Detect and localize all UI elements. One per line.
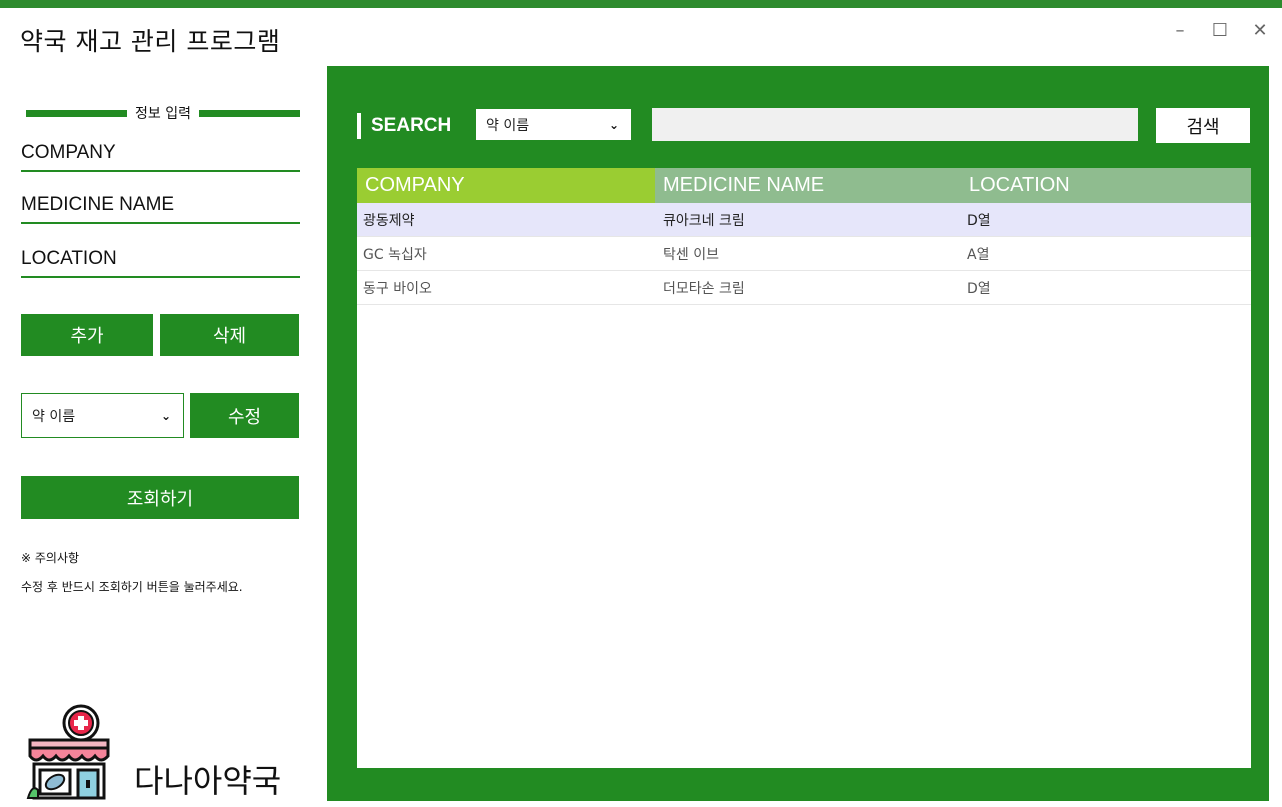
table-header: COMPANY MEDICINE NAME LOCATION xyxy=(357,168,1251,203)
medicine-name-field[interactable]: MEDICINE NAME xyxy=(21,190,300,224)
main-panel: SEARCH 약 이름 ⌄ 검색 COMPANY MEDICINE NAME L… xyxy=(327,66,1269,801)
edit-field-select[interactable]: 약 이름 ⌄ xyxy=(21,393,184,438)
section-label: 정보 입력 xyxy=(135,106,191,122)
chevron-down-icon: ⌄ xyxy=(160,408,171,423)
company-field[interactable]: COMPANY xyxy=(21,138,300,172)
location-field[interactable]: LOCATION xyxy=(21,244,300,278)
edit-field-select-value: 약 이름 xyxy=(32,408,76,425)
cell-company: 광동제약 xyxy=(363,212,415,229)
column-header-company[interactable]: COMPANY xyxy=(357,168,655,203)
table-row[interactable]: 광동제약 큐아크네 크림 D열 xyxy=(357,203,1251,237)
info-input-section-header: 정보 입력 xyxy=(26,103,301,123)
app-title: 약국 재고 관리 프로그램 xyxy=(20,27,281,56)
add-button[interactable]: 추가 xyxy=(21,314,153,356)
chevron-down-icon: ⌄ xyxy=(608,117,619,132)
section-divider-right xyxy=(199,109,301,117)
cell-location: D열 xyxy=(967,280,991,297)
search-label-text: SEARCH xyxy=(371,115,452,136)
view-button[interactable]: 조회하기 xyxy=(21,476,299,519)
window-top-accent xyxy=(0,0,1282,8)
notice-title: ※ 주의사항 xyxy=(21,551,80,565)
search-field-select-value: 약 이름 xyxy=(486,117,530,134)
search-field-select[interactable]: 약 이름 ⌄ xyxy=(475,108,632,141)
close-icon[interactable]: ✕ xyxy=(1250,20,1270,41)
cell-company: GC 녹십자 xyxy=(363,246,427,263)
cell-location: A열 xyxy=(967,246,990,263)
search-label-accent xyxy=(357,113,361,139)
section-divider-left xyxy=(26,109,128,117)
cell-company: 동구 바이오 xyxy=(363,280,432,297)
medicine-table: COMPANY MEDICINE NAME LOCATION 광동제약 큐아크네… xyxy=(357,168,1251,768)
cell-medicine: 큐아크네 크림 xyxy=(663,212,745,229)
table-row[interactable]: GC 녹십자 탁센 이브 A열 xyxy=(357,237,1251,271)
search-button[interactable]: 검색 xyxy=(1156,108,1250,143)
table-row[interactable]: 동구 바이오 더모타손 크림 D열 xyxy=(357,271,1251,305)
minimize-icon[interactable]: – xyxy=(1170,20,1190,41)
delete-button[interactable]: 삭제 xyxy=(160,314,299,356)
logo-text: 다나아약국 xyxy=(134,762,282,800)
maximize-icon[interactable]: ☐ xyxy=(1210,20,1230,41)
search-input[interactable] xyxy=(652,108,1138,141)
cell-medicine: 더모타손 크림 xyxy=(663,280,745,297)
cell-location: D열 xyxy=(967,212,991,229)
window-controls: – ☐ ✕ xyxy=(1170,20,1270,41)
column-header-medicine-name[interactable]: MEDICINE NAME xyxy=(655,168,961,203)
pharmacy-logo-icon xyxy=(26,704,110,800)
cell-medicine: 탁센 이브 xyxy=(663,246,719,263)
search-label: SEARCH xyxy=(357,113,451,139)
column-header-location[interactable]: LOCATION xyxy=(961,168,1251,203)
edit-button[interactable]: 수정 xyxy=(190,393,299,438)
notice-text: 수정 후 반드시 조회하기 버튼을 눌러주세요. xyxy=(21,580,243,594)
